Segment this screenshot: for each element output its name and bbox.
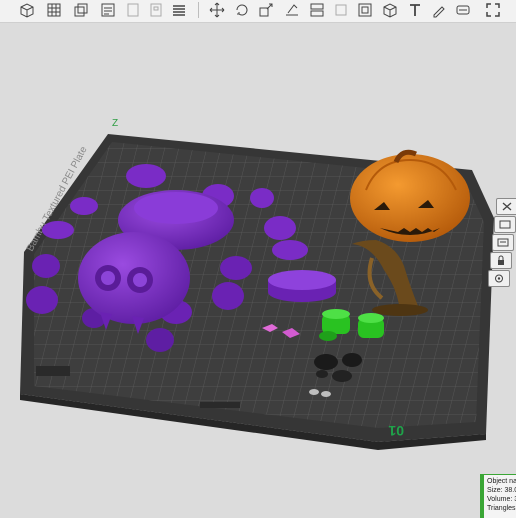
plate-icon[interactable]: [147, 1, 165, 19]
arrange-icon[interactable]: [492, 234, 514, 251]
grid-icon[interactable]: [45, 1, 63, 19]
round-base-model[interactable]: [268, 270, 336, 302]
menu-icon[interactable]: [170, 1, 188, 19]
split-icon[interactable]: [308, 1, 326, 19]
add-object-icon[interactable]: [18, 1, 36, 19]
box-icon[interactable]: [356, 1, 374, 19]
orient-icon[interactable]: [494, 216, 516, 233]
top-toolbar: [0, 0, 516, 23]
build-plate-scene: Bambu Textured PEI Plate Z 01: [20, 118, 494, 450]
fullscreen-icon[interactable]: [484, 1, 502, 19]
scale-icon[interactable]: [257, 1, 275, 19]
paint-icon[interactable]: [430, 1, 448, 19]
seam-icon[interactable]: [454, 1, 472, 19]
object-volume-line: Volume: 3: [487, 496, 516, 503]
page-icon[interactable]: [124, 1, 142, 19]
object-size-line: Size: 38.0: [487, 487, 516, 494]
settings-icon[interactable]: [488, 270, 510, 287]
rotate-icon[interactable]: [233, 1, 251, 19]
copy-icon[interactable]: [72, 1, 90, 19]
object-name-line: Object na: [487, 478, 516, 485]
lock-icon[interactable]: [490, 252, 512, 269]
close-icon[interactable]: [496, 198, 516, 215]
cut-icon[interactable]: [332, 1, 350, 19]
object-triangles-line: Triangles:: [487, 505, 516, 512]
place-on-face-icon[interactable]: [283, 1, 301, 19]
cube-icon[interactable]: [381, 1, 399, 19]
3d-viewport[interactable]: Bambu Textured PEI Plate Z 01 Object na …: [0, 22, 516, 518]
list-icon[interactable]: [99, 1, 117, 19]
move-icon[interactable]: [208, 1, 226, 19]
plate-number-label: 01: [388, 423, 404, 439]
text-icon[interactable]: [406, 1, 424, 19]
axis-z-label: Z: [112, 118, 118, 129]
object-info-panel: Object na Size: 38.0 Volume: 3 Triangles…: [480, 474, 516, 518]
plate-logo-mark: [36, 366, 70, 376]
toolbar-separator: [198, 2, 199, 18]
plate-text-mark: [200, 402, 240, 408]
